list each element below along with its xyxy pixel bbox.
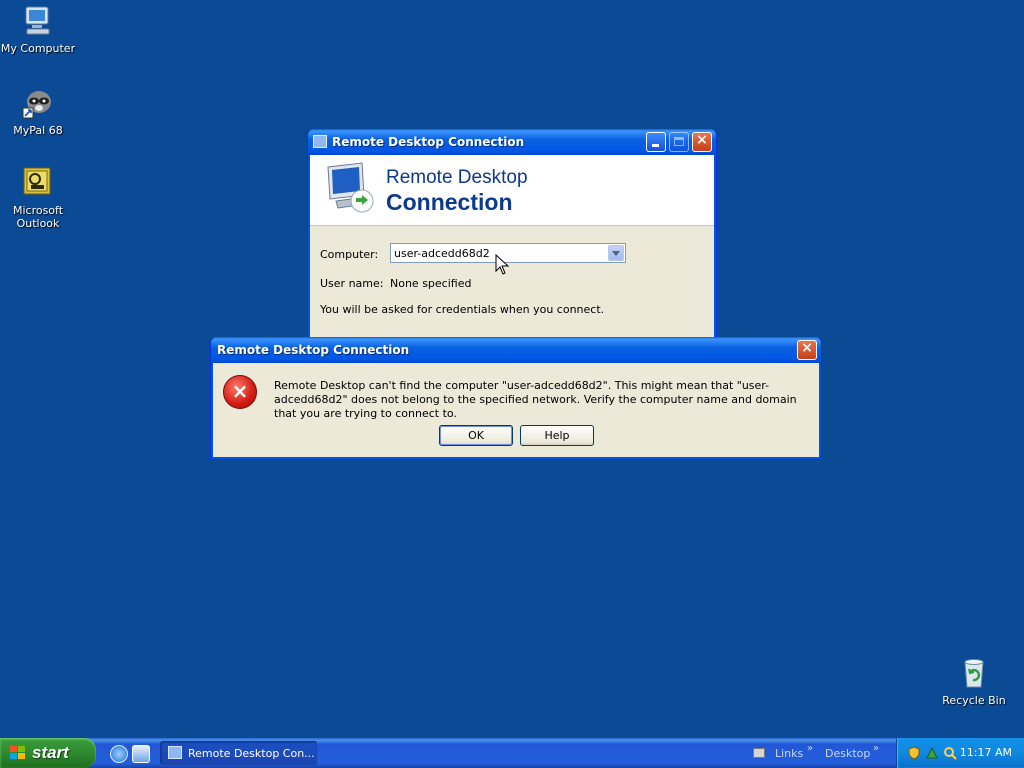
security-shield-icon[interactable] <box>907 746 921 760</box>
links-toolbar[interactable]: Links <box>775 747 803 760</box>
remote-desktop-monitor-icon <box>327 162 374 213</box>
credentials-note: You will be asked for credentials when y… <box>320 303 605 316</box>
desktop-toolbar[interactable]: Desktop <box>825 747 870 760</box>
internet-explorer-icon[interactable] <box>110 745 128 763</box>
username-label: User name: <box>320 277 384 290</box>
clock[interactable]: 11:17 AM <box>960 746 1012 759</box>
minimize-button[interactable] <box>646 132 666 152</box>
desktop-icon-my-computer[interactable]: My Computer <box>0 4 80 55</box>
rdc-taskbar-icon <box>168 746 182 759</box>
search-icon[interactable] <box>943 746 957 760</box>
desktop-icon-label: Microsoft Outlook <box>12 204 64 230</box>
start-button[interactable]: start <box>0 738 96 768</box>
links-toolbar-icon <box>753 748 765 758</box>
rdc-window-title: Remote Desktop Connection <box>332 135 525 149</box>
error-close-button[interactable]: × <box>797 340 817 360</box>
close-button[interactable]: × <box>692 132 712 152</box>
browser-quicklaunch-icon[interactable] <box>132 745 150 763</box>
help-button[interactable]: Help <box>520 425 594 446</box>
recycle-bin-icon <box>957 656 991 690</box>
raccoon-icon <box>21 86 55 120</box>
desktop-icon-label: My Computer <box>0 42 76 55</box>
error-icon: × <box>223 375 257 409</box>
rdc-banner: Remote Desktop Connection <box>310 155 714 226</box>
outlook-icon <box>21 166 55 200</box>
username-value: None specified <box>390 277 472 290</box>
links-chevron-icon[interactable]: » <box>807 743 813 754</box>
network-icon[interactable] <box>925 746 939 760</box>
error-dialog: Remote Desktop Connection × × Remote Des… <box>210 337 822 460</box>
close-icon: × <box>801 340 813 356</box>
rdc-window: Remote Desktop Connection × Remote Deskt… <box>307 129 717 340</box>
start-label: start <box>32 743 69 762</box>
error-message: Remote Desktop can't find the computer "… <box>274 379 797 420</box>
rdc-titlebar[interactable]: Remote Desktop Connection × <box>308 129 716 155</box>
mouse-cursor-icon <box>495 254 510 275</box>
desktop-icon-recycle-bin[interactable]: Recycle Bin <box>932 656 1016 707</box>
system-tray: 11:17 AM <box>896 738 1024 768</box>
minimize-icon <box>652 144 659 147</box>
desktop-icon-outlook[interactable]: Microsoft Outlook <box>0 166 80 230</box>
banner-title-line2: Connection <box>386 189 513 215</box>
desktop-chevron-icon[interactable]: » <box>873 743 879 754</box>
taskbar: start Remote Desktop Con... Links » Desk… <box>0 738 1024 768</box>
ok-button[interactable]: OK <box>439 425 513 446</box>
maximize-icon <box>674 137 684 146</box>
computer-label: Computer: <box>320 248 379 261</box>
computer-value: user-adcedd68d2 <box>394 247 490 260</box>
error-dialog-title: Remote Desktop Connection <box>217 343 410 357</box>
rdc-app-icon <box>313 135 327 148</box>
chevron-down-icon[interactable] <box>608 245 624 261</box>
banner-title-line1: Remote Desktop <box>386 167 528 188</box>
windows-flag-icon <box>10 746 26 760</box>
close-icon: × <box>696 132 708 148</box>
maximize-button[interactable] <box>669 132 689 152</box>
my-computer-icon <box>21 4 55 38</box>
desktop-icon-mypal[interactable]: MyPal 68 <box>0 86 80 137</box>
desktop-icon-label: MyPal 68 <box>13 124 63 137</box>
error-dialog-titlebar[interactable]: Remote Desktop Connection × <box>211 337 821 363</box>
taskbar-button-label: Remote Desktop Con... <box>188 747 315 760</box>
desktop-icon-label: Recycle Bin <box>942 694 1006 707</box>
taskbar-button-remote-desktop[interactable]: Remote Desktop Con... <box>160 741 317 765</box>
